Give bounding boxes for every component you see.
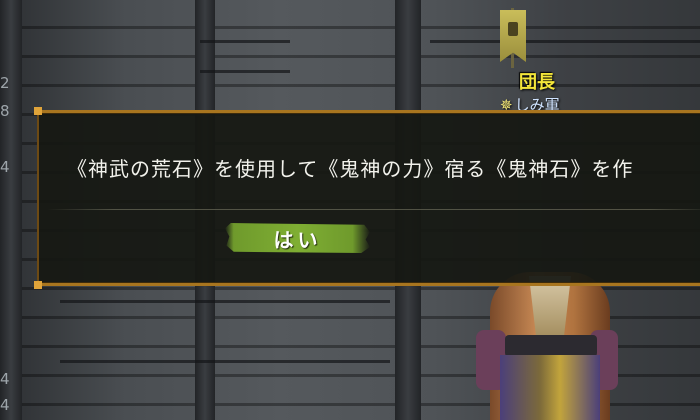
npc-belt	[505, 335, 597, 357]
window-frame	[430, 40, 700, 43]
hud-number: 4	[0, 158, 10, 176]
dialog-corner-ornament	[34, 107, 42, 115]
hud-number: 4	[0, 396, 10, 414]
yes-button-label: はい	[273, 227, 322, 252]
npc-name: 団長	[519, 72, 555, 93]
window-frame	[200, 40, 290, 43]
hud-number: 2	[0, 74, 10, 92]
wooden-post	[0, 0, 22, 420]
dialog-divider	[47, 209, 700, 210]
banner-crest	[508, 22, 518, 36]
dialog-corner-ornament	[34, 281, 42, 289]
window-frame	[60, 360, 390, 363]
npc-robe	[500, 355, 600, 420]
confirm-dialog: 《神武の荒石》を使用して《鬼神の力》宿る《鬼神石》を作 はい	[34, 107, 700, 289]
dialog-edge	[37, 113, 39, 283]
window-frame	[200, 70, 290, 73]
hud-number: 4	[0, 370, 10, 388]
dialog-message: 《神武の荒石》を使用して《鬼神の力》宿る《鬼神石》を作	[67, 157, 634, 181]
yes-button[interactable]: はい	[225, 223, 370, 253]
hud-number: 8	[0, 102, 10, 120]
window-frame	[60, 300, 390, 303]
